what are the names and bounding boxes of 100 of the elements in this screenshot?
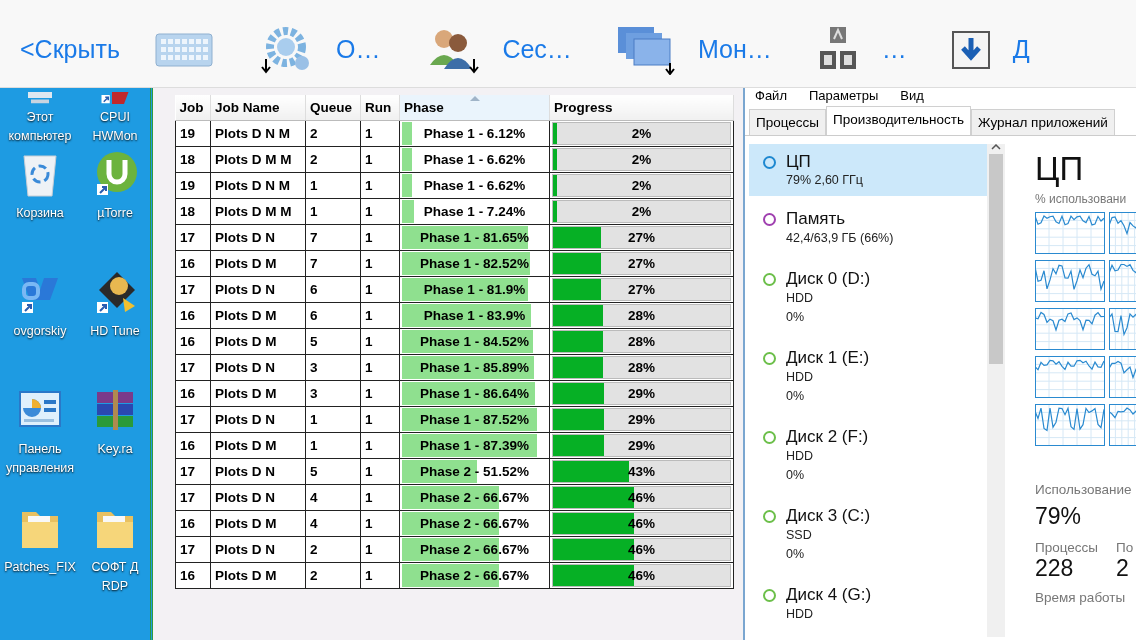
phase-text: Phase 2 - 66.67% [420,568,529,583]
table-cell: 19 [175,120,211,147]
resource-item[interactable]: Диск 1 (E:) HDD 0% [749,340,987,414]
phase-text: Phase 1 - 85.89% [420,360,529,375]
table-cell: 16 [175,250,211,277]
table-cell: 16 [175,328,211,355]
phase-text: Phase 1 - 7.24% [423,204,526,219]
table-cell: Plots D M [210,328,306,355]
column-header[interactable]: Progress [549,95,734,121]
phase-text: Phase 2 - 51.52% [420,464,529,479]
column-header[interactable]: Job Name [210,95,306,121]
toolbar-label[interactable]: О… [335,35,381,64]
table-cell: 1 [360,354,400,381]
sort-icon [470,96,480,101]
menu-item[interactable]: Вид [900,88,924,104]
uptime-label: Время работы [1035,590,1127,605]
column-header[interactable]: Job [175,95,211,121]
resource-item[interactable]: Диск 3 (C:) SSD 0% [749,498,987,572]
table-cell: 1 [360,302,400,329]
phase-text: Phase 2 - 66.67% [420,542,529,557]
resource-detail: 79% 2,60 ГГц [786,172,863,188]
scroll-up-icon[interactable] [991,144,1001,150]
phase-text: Phase 2 - 66.67% [420,490,529,505]
column-header[interactable]: Run [360,95,400,121]
table-cell: Plots D M [210,302,306,329]
resource-detail: 0% [786,309,806,326]
table-cell: 1 [360,224,400,251]
resource-detail: HDD [786,448,815,465]
table-cell: 1 [360,536,400,563]
table-cell: Plots D N M [210,120,306,147]
table-cell: Plots D M [210,432,306,459]
phase-text: Phase 1 - 86.64% [420,386,529,401]
table-cell: 1 [360,380,400,407]
menu-item[interactable]: Параметры [808,88,879,104]
table-cell: 17 [175,276,211,303]
desktop-icon-label: Панель [18,441,62,458]
progress-bar: 2% [552,174,731,197]
table-cell: 18 [175,146,211,173]
resource-detail: SSD [786,527,813,544]
table-cell: 16 [175,562,211,589]
desktop-icon-label: Patches_FIX [4,559,76,576]
resource-item[interactable]: Диск 2 (F:) HDD 0% [749,419,987,493]
table-cell: 18 [175,198,211,225]
table-cell: 17 [175,536,211,563]
column-header[interactable]: Queue [305,95,361,121]
graph-label: % использовани [1035,192,1128,206]
table-cell: 1 [360,146,400,173]
toolbar-label[interactable]: Мон… [697,35,772,64]
resource-item[interactable]: Диск 4 (G:) HDD [749,577,987,632]
table-cell: 3 [305,380,361,407]
table-cell: Plots D M M [210,146,306,173]
table-cell: Plots D N [210,224,306,251]
progress-bar: 28% [552,330,731,353]
usage-value: 79% [1035,503,1083,530]
stat-value: 2 [1116,555,1129,581]
table-cell: 1 [360,120,400,147]
desktop-icon-label: HD Tune [90,323,140,340]
toolbar-label[interactable]: Сес… [502,35,572,64]
table-cell: 1 [360,328,400,355]
table-cell: Plots D N M [210,172,306,199]
stat-label: Процессы [1035,540,1098,555]
table-cell: 16 [175,380,211,407]
resource-detail: HDD [786,290,815,307]
phase-text: Phase 1 - 82.52% [420,256,529,271]
table-cell: 6 [305,302,361,329]
cpu-graph [1035,212,1105,254]
table-cell: Plots D M [210,250,306,277]
resource-item[interactable]: ЦП 79% 2,60 ГГц [749,144,987,196]
stat-label: По [1116,540,1134,555]
resource-title: Диск 4 (G:) [786,585,872,605]
table-cell: 1 [360,458,400,485]
progress-bar: 2% [552,200,731,223]
resource-detail: 0% [786,388,806,405]
phase-text: Phase 2 - 66.67% [420,516,529,531]
menu-item[interactable]: Файл [755,88,787,104]
table-cell: Plots D N [210,354,306,381]
progress-bar: 29% [552,382,731,405]
monitors-icon[interactable] [615,24,676,75]
toolbar-label[interactable]: Д [1012,35,1030,64]
desktop-icon-label: компьютер [8,128,72,145]
resource-title: Диск 3 (C:) [786,506,871,526]
resource-item[interactable]: Память 42,4/63,9 ГБ (66%) [749,201,987,256]
table-cell: 16 [175,510,211,537]
scrollbar[interactable] [987,144,1005,637]
hide-link[interactable]: <Скрыть [20,35,120,64]
tab[interactable]: Процессы [749,109,826,135]
resource-item[interactable]: Диск 0 (D:) HDD 0% [749,261,987,335]
resource-detail: HDD [786,369,815,386]
download-icon[interactable] [950,29,991,70]
desktop-icon-label: HWMon [92,128,138,145]
tab[interactable]: Журнал приложений [971,109,1115,135]
desktop-icon-label: Key.ra [97,441,133,458]
phase-text: Phase 1 - 83.9% [423,308,526,323]
tab[interactable]: Производительность [826,106,972,135]
toolbar-label[interactable]: … [881,35,907,64]
table-cell: 1 [360,276,400,303]
column-header[interactable]: Phase [399,95,550,121]
table-cell: 1 [360,406,400,433]
table-cell: Plots D N [210,536,306,563]
cpu-graph [1035,308,1105,350]
